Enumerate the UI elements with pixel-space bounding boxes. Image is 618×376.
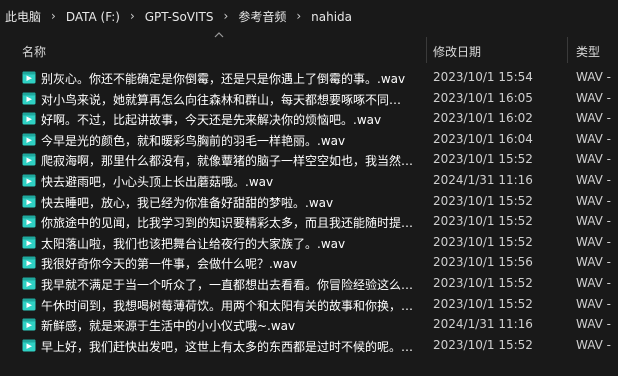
- file-name[interactable]: 爬寂海啊，那里什么都没有，就像蕈猪的脑子一样空空如也，我当然…: [41, 152, 413, 169]
- file-row[interactable]: 别灰心。你还不能确定是你倒霉，还是只是你遇上了倒霉的事。.wav 2023/10/…: [0, 67, 618, 88]
- file-row[interactable]: 我很好奇你今天的第一件事，会做什么呢？.wav 2023/10/1 15:56 WA…: [0, 252, 618, 273]
- file-date-modified: 2024/1/31 11:16: [433, 317, 533, 332]
- file-date-modified: 2023/10/1 15:52: [433, 337, 533, 352]
- audio-file-icon: [22, 153, 36, 166]
- audio-file-icon: [22, 174, 36, 187]
- file-type: WAV -: [576, 90, 612, 105]
- file-type: WAV -: [576, 234, 612, 249]
- file-type: WAV -: [576, 317, 612, 332]
- file-type: WAV -: [576, 275, 612, 290]
- audio-file-icon: [22, 256, 36, 269]
- sort-ascending-icon: [214, 32, 224, 38]
- audio-file-icon: [22, 195, 36, 208]
- file-row[interactable]: 好啊。不过，比起讲故事，今天还是先来解决你的烦恼吧。.wav 2023/10/1 …: [0, 108, 618, 129]
- file-type: WAV -: [576, 172, 612, 187]
- chevron-right-icon[interactable]: ›: [44, 9, 63, 23]
- column-header-date-modified[interactable]: 修改日期: [433, 43, 481, 60]
- file-date-modified: 2023/10/1 15:52: [433, 193, 533, 208]
- file-list: 别灰心。你还不能确定是你倒霉，还是只是你遇上了倒霉的事。.wav 2023/10/…: [0, 67, 618, 355]
- file-type: WAV -: [576, 296, 612, 311]
- file-name[interactable]: 新鲜感，就是来源于生活中的小小仪式哦~.wav: [41, 317, 413, 334]
- audio-file-icon: [22, 339, 36, 352]
- chevron-right-icon[interactable]: ›: [289, 9, 308, 23]
- breadcrumb: 此电脑 › DATA (F:) › GPT-SoVITS › 参考音频 › na…: [0, 0, 618, 33]
- audio-file-icon: [22, 92, 36, 105]
- file-name[interactable]: 早上好，我们赶快出发吧，这世上有太多的东西都是过时不候的呢。…: [41, 338, 413, 355]
- file-name[interactable]: 好啊。不过，比起讲故事，今天还是先来解决你的烦恼吧。.wav: [41, 111, 413, 128]
- file-name[interactable]: 我早就不满足于当一个听众了，一直都想出去看看。你冒险经验这么…: [41, 276, 413, 293]
- file-name[interactable]: 太阳落山啦，我们也该把舞台让给夜行的大家族了。.wav: [41, 235, 413, 252]
- file-date-modified: 2023/10/1 16:05: [433, 90, 533, 105]
- file-date-modified: 2023/10/1 15:52: [433, 296, 533, 311]
- audio-file-icon: [22, 318, 36, 331]
- file-date-modified: 2023/10/1 16:04: [433, 131, 533, 146]
- file-date-modified: 2023/10/1 15:52: [433, 152, 533, 167]
- file-row[interactable]: 你旅途中的见闻，比我学习到的知识要精彩太多，而且我还能随时提… 2023/10/1…: [0, 211, 618, 232]
- file-row[interactable]: 对小鸟来说，她就算再怎么向往森林和群山，每天都想要啄啄不同果子的味道… 2023/…: [0, 88, 618, 109]
- file-date-modified: 2023/10/1 15:52: [433, 275, 533, 290]
- audio-file-icon: [22, 112, 36, 125]
- file-date-modified: 2023/10/1 15:54: [433, 70, 533, 84]
- file-date-modified: 2024/1/31 11:16: [433, 172, 533, 187]
- file-row[interactable]: 太阳落山啦，我们也该把舞台让给夜行的大家族了。.wav 2023/10/1 15:…: [0, 232, 618, 253]
- column-header-row: 名称 修改日期 类型: [0, 32, 618, 67]
- file-name[interactable]: 今早是光的颜色，就和暖彩鸟胸前的羽毛一样艳丽。.wav: [41, 132, 413, 149]
- file-row[interactable]: 早上好，我们赶快出发吧，这世上有太多的东西都是过时不候的呢。… 2023/10/1…: [0, 335, 618, 356]
- file-type: WAV -: [576, 152, 612, 167]
- file-type: WAV -: [576, 337, 612, 352]
- file-name[interactable]: 快去睡吧，放心，我已经为你准备好甜甜的梦啦。.wav: [41, 194, 413, 211]
- audio-file-icon: [22, 236, 36, 249]
- breadcrumb-item-nahida[interactable]: nahida: [308, 10, 355, 24]
- chevron-right-icon[interactable]: ›: [123, 9, 142, 23]
- file-row[interactable]: 今早是光的颜色，就和暖彩鸟胸前的羽毛一样艳丽。.wav 2023/10/1 16:…: [0, 129, 618, 150]
- file-name[interactable]: 你旅途中的见闻，比我学习到的知识要精彩太多，而且我还能随时提…: [41, 214, 413, 231]
- file-type: WAV -: [576, 214, 612, 229]
- audio-file-icon: [22, 71, 36, 84]
- file-row[interactable]: 快去睡吧，放心，我已经为你准备好甜甜的梦啦。.wav 2023/10/1 15:5…: [0, 191, 618, 212]
- column-divider[interactable]: [426, 37, 427, 63]
- column-header-name[interactable]: 名称: [22, 43, 46, 60]
- audio-file-icon: [22, 298, 36, 311]
- file-name[interactable]: 对小鸟来说，她就算再怎么向往森林和群山，每天都想要啄啄不同果子的味道…: [41, 91, 413, 108]
- file-name[interactable]: 快去避雨吧，小心头顶上长出蘑菇哦。.wav: [41, 173, 413, 190]
- file-row[interactable]: 我早就不满足于当一个听众了，一直都想出去看看。你冒险经验这么… 2023/10/1…: [0, 273, 618, 294]
- column-divider[interactable]: [567, 37, 568, 63]
- audio-file-icon: [22, 277, 36, 290]
- chevron-right-icon[interactable]: ›: [217, 9, 236, 23]
- file-date-modified: 2023/10/1 15:56: [433, 255, 533, 270]
- file-type: WAV -: [576, 111, 612, 126]
- file-row[interactable]: 午休时间到，我想喝树莓薄荷饮。用两个和太阳有关的故事和你换，… 2023/10/1…: [0, 294, 618, 315]
- file-type: WAV -: [576, 193, 612, 208]
- breadcrumb-item-this-pc[interactable]: 此电脑: [2, 8, 44, 25]
- file-type: WAV -: [576, 255, 612, 270]
- file-date-modified: 2023/10/1 16:02: [433, 111, 533, 126]
- file-type: WAV -: [576, 131, 612, 146]
- file-name[interactable]: 别灰心。你还不能确定是你倒霉，还是只是你遇上了倒霉的事。.wav: [41, 70, 413, 87]
- file-name[interactable]: 午休时间到，我想喝树莓薄荷饮。用两个和太阳有关的故事和你换，…: [41, 297, 413, 314]
- file-row[interactable]: 新鲜感，就是来源于生活中的小小仪式哦~.wav 2024/1/31 11:16 WA…: [0, 314, 618, 335]
- column-header-type[interactable]: 类型: [576, 43, 600, 60]
- file-date-modified: 2023/10/1 15:52: [433, 234, 533, 249]
- breadcrumb-item-data-drive[interactable]: DATA (F:): [63, 10, 123, 24]
- audio-file-icon: [22, 133, 36, 146]
- file-date-modified: 2023/10/1 15:52: [433, 214, 533, 229]
- file-type: WAV -: [576, 70, 612, 84]
- breadcrumb-item-gpt-sovits[interactable]: GPT-SoVITS: [142, 10, 217, 24]
- file-name[interactable]: 我很好奇你今天的第一件事，会做什么呢？.wav: [41, 255, 413, 272]
- breadcrumb-item-reference-audio[interactable]: 参考音频: [235, 8, 289, 25]
- audio-file-icon: [22, 215, 36, 228]
- file-row[interactable]: 爬寂海啊，那里什么都没有，就像蕈猪的脑子一样空空如也，我当然… 2023/10/1…: [0, 149, 618, 170]
- file-row[interactable]: 快去避雨吧，小心头顶上长出蘑菇哦。.wav 2024/1/31 11:16 WAV …: [0, 170, 618, 191]
